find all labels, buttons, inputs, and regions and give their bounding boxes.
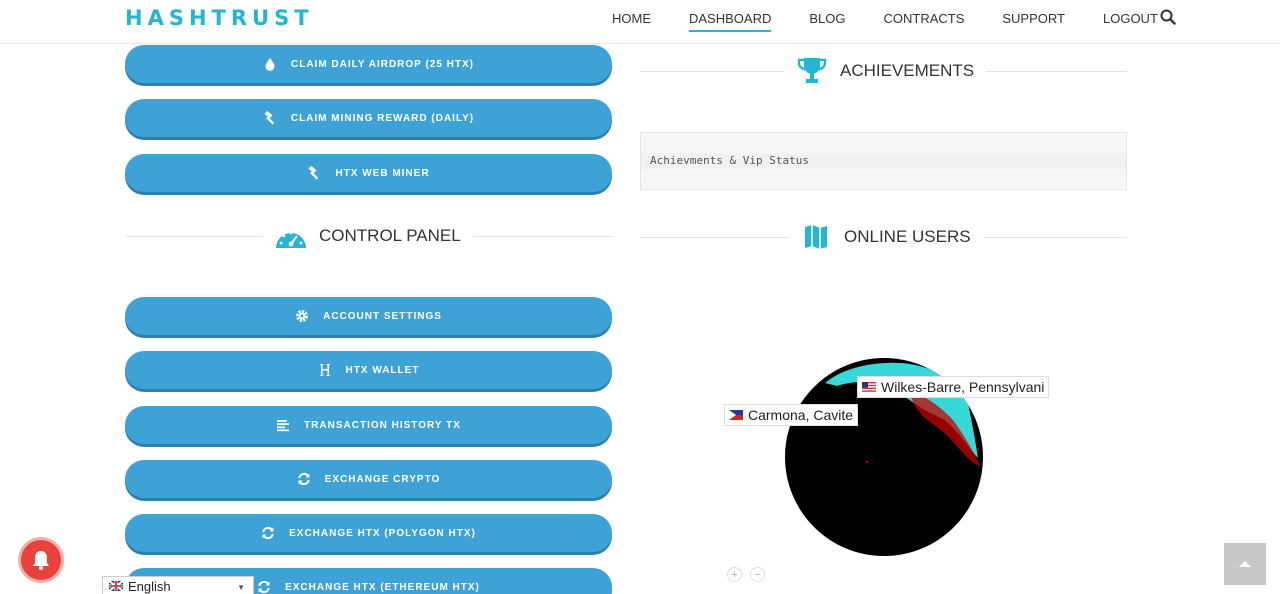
trophy-icon — [796, 57, 828, 85]
htx-web-miner-button[interactable]: HTX WEB MINER — [125, 154, 612, 192]
logo-text: HASHTRUST — [125, 6, 314, 30]
button-label: CLAIM DAILY AIRDROP (25 HTX) — [290, 58, 475, 70]
button-label: TRANSACTION HISTORY TX — [304, 419, 461, 431]
online-users-heading: ONLINE USERS — [640, 222, 1127, 252]
speedometer-icon — [275, 222, 307, 250]
exchange-htx-polygon-button[interactable]: EXCHANGE HTX (POLYGON HTX) — [125, 514, 612, 552]
achievements-content: Achievments & Vip Status — [641, 153, 1126, 169]
exchange-crypto-button[interactable]: EXCHANGE CRYPTO — [125, 460, 612, 498]
section-title: ONLINE USERS — [844, 227, 971, 246]
transaction-history-button[interactable]: TRANSACTION HISTORY TX — [125, 406, 612, 444]
refresh-icon — [261, 526, 275, 540]
htx-wallet-button[interactable]: HTX WALLET — [125, 351, 612, 389]
button-label: CLAIM MINING REWARD (DAILY) — [290, 112, 475, 124]
back-to-top-button[interactable] — [1224, 543, 1266, 585]
h-icon — [318, 363, 332, 377]
divider — [982, 236, 1127, 238]
drop-icon — [263, 57, 277, 71]
button-label: ACCOUNT SETTINGS — [323, 310, 442, 322]
refresh-icon — [297, 472, 311, 486]
divider — [472, 235, 612, 237]
uk-flag-icon — [109, 581, 123, 591]
divider — [640, 236, 788, 238]
achievements-panel: Achievments & Vip Status — [640, 132, 1127, 190]
account-settings-button[interactable]: ACCOUNT SETTINGS — [125, 297, 612, 335]
claim-mining-reward-button[interactable]: CLAIM MINING REWARD (DAILY) — [125, 99, 612, 137]
button-label: EXCHANGE CRYPTO — [324, 473, 441, 485]
hammer-icon — [307, 166, 321, 180]
us-flag-icon — [862, 382, 876, 392]
nav-logout[interactable]: LOGOUT — [1103, 11, 1158, 26]
location-label: Carmona, Cavite — [748, 407, 854, 423]
main-nav: HOME DASHBOARD BLOG CONTRACTS SUPPORT LO… — [612, 0, 1196, 36]
divider — [640, 70, 784, 72]
gear-icon — [295, 309, 309, 323]
chevron-up-icon — [1239, 561, 1251, 567]
location-label: Wilkes-Barre, Pennsylvani — [881, 379, 1045, 395]
site-header: HASHTRUST HOME DASHBOARD BLOG CONTRACTS … — [0, 0, 1280, 44]
divider — [986, 70, 1127, 72]
achievements-heading: ACHIEVEMENTS — [640, 56, 1127, 86]
zoom-in-button[interactable]: + — [727, 567, 742, 582]
language-label: English — [128, 578, 171, 594]
button-label: HTX WEB MINER — [335, 167, 430, 179]
location-tag-wilkes-barre[interactable]: Wilkes-Barre, Pennsylvani — [857, 376, 1050, 398]
ph-flag-icon — [729, 410, 743, 420]
nav-contracts[interactable]: CONTRACTS — [883, 11, 964, 26]
nav-support[interactable]: SUPPORT — [1002, 11, 1065, 26]
refresh-icon — [257, 580, 271, 594]
location-tag-carmona[interactable]: Carmona, Cavite — [724, 404, 859, 426]
search-icon[interactable] — [1160, 9, 1176, 25]
hammer-icon — [263, 111, 277, 125]
list-icon — [276, 418, 290, 432]
map-icon — [800, 223, 832, 251]
notification-bell-button[interactable] — [18, 537, 64, 583]
control-panel-heading: CONTROL PANEL — [125, 221, 612, 251]
button-label: EXCHANGE HTX (ETHEREUM HTX) — [285, 581, 480, 593]
button-label: HTX WALLET — [345, 364, 420, 376]
nav-dashboard[interactable]: DASHBOARD — [689, 11, 772, 32]
claim-airdrop-button[interactable]: CLAIM DAILY AIRDROP (25 HTX) — [125, 45, 612, 83]
divider — [125, 235, 263, 237]
site-logo[interactable]: HASHTRUST — [125, 5, 314, 31]
bell-icon — [33, 551, 49, 570]
button-label: EXCHANGE HTX (POLYGON HTX) — [289, 527, 476, 539]
language-selector[interactable]: English ▼ — [102, 576, 254, 594]
zoom-out-button[interactable]: − — [750, 567, 765, 582]
nav-blog[interactable]: BLOG — [809, 11, 845, 26]
chevron-down-icon: ▼ — [237, 583, 245, 592]
section-title: CONTROL PANEL — [319, 226, 461, 245]
nav-home[interactable]: HOME — [612, 11, 651, 26]
section-title: ACHIEVEMENTS — [840, 61, 975, 80]
